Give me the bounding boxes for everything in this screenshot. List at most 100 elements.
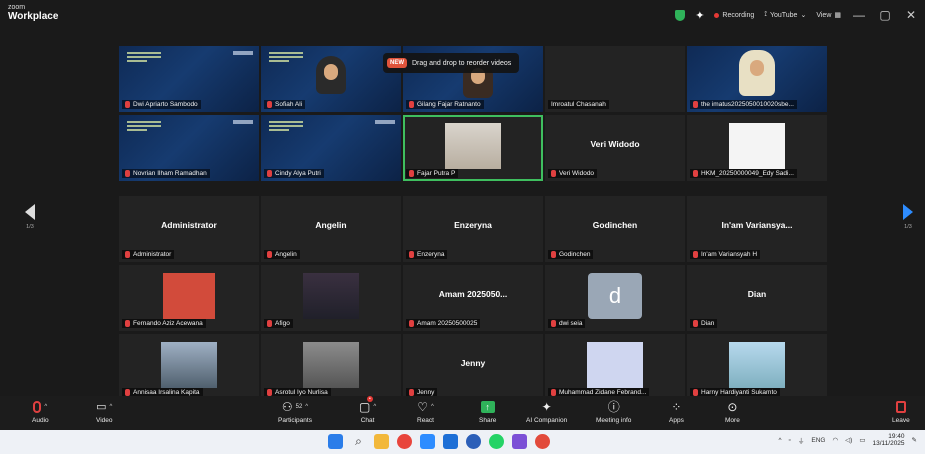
ai-companion-button[interactable]: ✦ AI Companion [526,398,567,425]
live-stream-indicator[interactable]: ⟟ YouTube ⌄ [764,11,806,19]
chrome-icon[interactable] [397,434,412,449]
next-page-button[interactable]: 1/3 [891,192,925,242]
chevron-up-icon[interactable]: ^ [44,404,47,410]
participants-button[interactable]: ⚇ 52 ^ Participants [278,398,312,425]
chevron-up-icon[interactable]: ^ [110,404,113,410]
mic-muted-icon [125,170,130,177]
encryption-shield-icon[interactable] [675,9,686,21]
video-tile[interactable]: Dian Dian [687,265,827,331]
meeting-info-button[interactable]: ⓘ Meeting info [596,398,631,424]
leave-button[interactable]: Leave [892,398,910,424]
recording-indicator[interactable]: Recording [714,12,754,19]
share-button[interactable]: ↑ Share [479,398,496,424]
video-tile[interactable]: Imroatul Chasanah [545,46,685,112]
file-explorer-icon[interactable] [374,434,389,449]
clock[interactable]: 19:40 13/11/2025 [872,433,904,448]
apps-button[interactable]: ⁘ Apps [669,398,684,425]
volume-icon[interactable]: ◁) [845,436,852,444]
chat-button[interactable]: ▢ • ^ Chat [359,396,376,424]
video-tile-active-speaker[interactable]: Fajar Putra P [403,115,543,181]
whatsapp-icon[interactable] [489,434,504,449]
video-tile[interactable]: Godinchen Godinchen [545,196,685,262]
profile-picture [161,342,217,388]
windows-taskbar: ⌕ ^ ▫ ⏚ ENG ◠ ◁) ▭ 19:40 13/11/2025 ✎ [0,430,925,454]
notification-icon[interactable]: ✎ [912,436,917,444]
video-tile[interactable]: Angelin Angelin [261,196,401,262]
mail-icon[interactable] [443,434,458,449]
audio-button[interactable]: ^ Audio [32,398,49,424]
more-button[interactable]: ⊙ More [725,398,740,425]
usb-icon[interactable]: ⏚ [798,435,805,445]
meeting-controls-toolbar: ^ Audio ▭ ^ Video ⚇ 52 ^ Participants ▢ • ^ C… [0,396,925,430]
view-button[interactable]: View ▦ [816,11,841,20]
chevron-up-icon[interactable]: ^ [779,437,782,444]
app-icon[interactable] [535,434,550,449]
grid-icon: ▦ [834,12,841,19]
title-bar-controls: ✦ Recording ⟟ YouTube ⌄ View ▦ — ▢ ✕ [675,8,919,22]
participant-video [445,123,501,169]
video-tile[interactable]: HKM_20250000049_Edy Sadi... [687,115,827,181]
profile-picture [163,273,215,319]
tray-app-icon[interactable]: ▫ [789,437,791,444]
video-tile[interactable]: Muhammad Zidane Febrand... [545,334,685,400]
participant-name: Amam 20250500025 [417,320,478,327]
close-button[interactable]: ✕ [903,8,919,22]
video-tile[interactable]: Novrian Ilham Ramadhan [119,115,259,181]
mic-muted-icon [267,320,272,327]
minimize-button[interactable]: — [851,8,867,22]
video-tile[interactable]: Dwi Apriarto Sambodo [119,46,259,112]
react-button[interactable]: ♡ ^ React [417,398,434,425]
participant-name: Muhammad Zidane Febrand... [559,389,647,396]
video-tile[interactable]: Cindy Alya Putri [261,115,401,181]
participant-name: In'am Variansyah H [701,251,758,258]
participant-name-tag: Dian [690,319,718,328]
video-button[interactable]: ▭ ^ Video [96,398,113,424]
video-tile[interactable]: Fernando Aziz Acewana [119,265,259,331]
video-tile[interactable]: Asrotul Iyo Nurlisa [261,334,401,400]
slide-logo [375,120,395,124]
mic-muted-icon [693,389,698,396]
profile-picture [303,273,359,319]
app-icon[interactable] [512,434,527,449]
participant-name-tag: Godinchen [548,250,594,259]
chevron-up-icon[interactable]: ^ [305,404,308,410]
video-tile[interactable]: In'am Variansya... In'am Variansyah H [687,196,827,262]
unread-badge: • [367,396,373,402]
video-tile[interactable]: Afigo [261,265,401,331]
participant-name: Jenny [417,389,435,396]
video-tile[interactable]: Administrator Administrator [119,196,259,262]
react-label: React [417,417,434,424]
video-tile[interactable]: the imatus2025050010020sbe... [687,46,827,112]
chevron-up-icon[interactable]: ^ [373,404,376,410]
participant-name-tag: Sofiah Ali [264,100,306,109]
participant-name-tag: In'am Variansyah H [690,250,761,259]
mic-muted-icon [409,101,414,108]
participant-display-name: In'am Variansya... [721,220,793,230]
system-tray: ^ ▫ ⏚ ENG ◠ ◁) ▭ 19:40 13/11/2025 ✎ [779,433,917,448]
participant-display-name: Angelin [315,220,347,230]
video-tile[interactable]: Annisaa Irsalina Kapita [119,334,259,400]
video-tile[interactable]: Jenny Jenny [403,334,543,400]
previous-page-button[interactable]: 1/3 [13,192,47,242]
participant-name-tag: Dwi Apriarto Sambodo [122,100,201,109]
language-indicator[interactable]: ENG [811,437,825,444]
wifi-icon[interactable]: ◠ [832,436,838,444]
video-tile[interactable]: d dwi seia [545,265,685,331]
video-tile[interactable]: Enzeryna Enzeryna [403,196,543,262]
zoom-icon[interactable] [420,434,435,449]
video-tile[interactable]: Amam 2025050... Amam 20250500025 [403,265,543,331]
participant-name-tag: dwi seia [548,319,586,328]
edge-icon[interactable] [466,434,481,449]
chevron-up-icon[interactable]: ^ [431,404,434,410]
maximize-button[interactable]: ▢ [877,8,893,22]
video-tile[interactable]: Harny Hardiyanti Sukamto [687,334,827,400]
shared-slide-thumbnail [127,52,161,64]
arrow-right-icon [903,204,913,220]
windows-start-icon[interactable] [328,434,343,449]
ai-sparkle-icon[interactable]: ✦ [695,9,704,22]
search-icon[interactable]: ⌕ [351,434,366,449]
participant-name-tag: Afigo [264,319,293,328]
video-tile[interactable]: Sofiah Ali [261,46,401,112]
video-tile[interactable]: Veri Widodo Veri Widodo [545,115,685,181]
battery-icon[interactable]: ▭ [859,436,865,444]
